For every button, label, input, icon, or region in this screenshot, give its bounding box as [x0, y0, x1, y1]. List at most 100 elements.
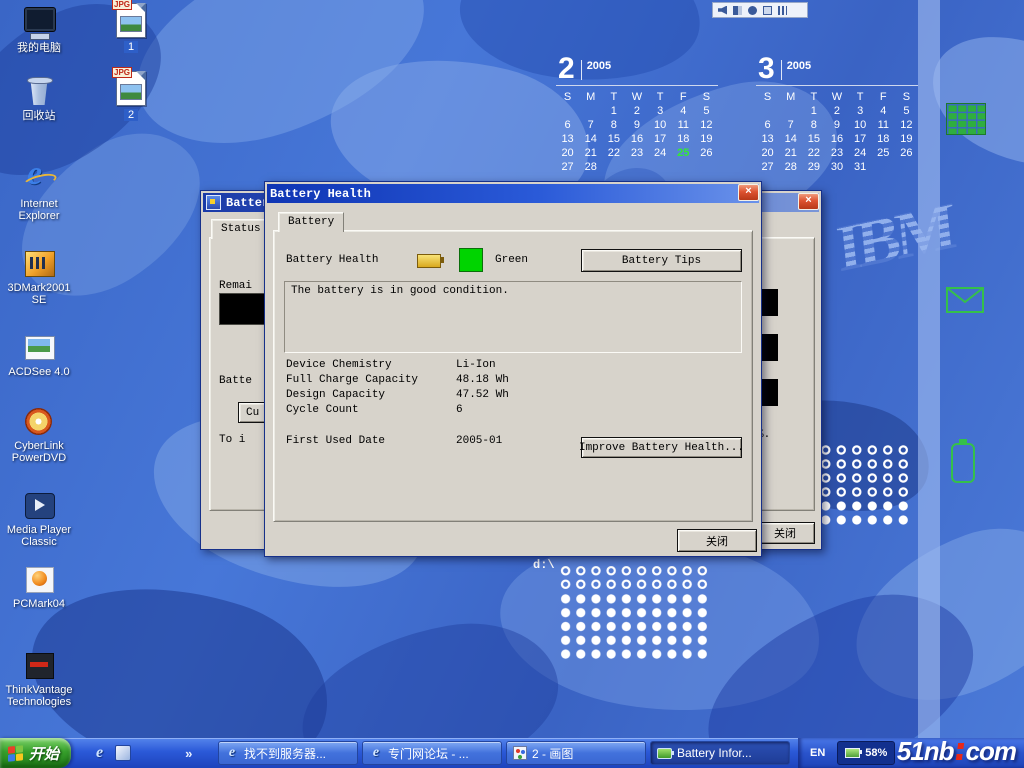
battery-health-dialog[interactable]: Battery Health × Battery Battery Health …	[264, 181, 762, 557]
calendar-day: 15	[602, 132, 625, 146]
spec-value: Li-Ion	[456, 359, 496, 374]
keyboard-icon[interactable]	[778, 6, 787, 15]
wallpaper-stripe	[918, 0, 940, 738]
calendar-day	[695, 160, 718, 174]
desktop-icon-recycle-bin[interactable]: 回收站	[4, 74, 74, 122]
calendar-weekday: T	[649, 90, 672, 104]
desktop-icon-thinkvantage[interactable]: ThinkVantage Technologies	[4, 648, 74, 708]
spec-label: Cycle Count	[286, 404, 456, 419]
battery-spec-row: Device ChemistryLi-Ion	[286, 359, 738, 374]
info-text: To i	[219, 434, 245, 446]
taskbar-task[interactable]: e专门网论坛 - ...	[362, 741, 502, 765]
desktop-icon-mpc[interactable]: Media Player Classic	[4, 488, 74, 548]
volume-slider-icon[interactable]	[733, 6, 742, 15]
start-button[interactable]: 开始	[0, 738, 71, 768]
dots-pattern	[818, 499, 912, 527]
calendar-day: 12	[695, 118, 718, 132]
speaker-icon[interactable]	[718, 6, 727, 15]
desktop-icon-acdsee[interactable]: ACDSee 4.0	[4, 330, 74, 378]
mute-icon[interactable]	[748, 6, 757, 15]
desktop-icon-pcmark[interactable]: PCMark04	[4, 562, 74, 610]
calendar-weekday: M	[779, 90, 802, 104]
tab-status[interactable]: Status	[211, 219, 271, 239]
calendar-day: 23	[825, 146, 848, 160]
thinkvantage-icon	[22, 648, 56, 682]
calendar-grid: 1234567891011121314151617181920212223242…	[556, 104, 718, 174]
start-label: 开始	[29, 743, 59, 764]
health-status-text: Green	[495, 254, 528, 266]
my-computer-icon	[22, 6, 56, 40]
desktop-icon-internet-explorer[interactable]: Internet Explorer	[4, 162, 74, 222]
calendar-day: 8	[802, 118, 825, 132]
condition-text: The battery is in good condition.	[291, 285, 509, 297]
watermark-suffix: com	[966, 736, 1016, 767]
quick-launch-overflow-icon[interactable]: »	[185, 746, 192, 761]
calendar-day: 24	[649, 146, 672, 160]
battery-spec-list: Device ChemistryLi-IonFull Charge Capaci…	[286, 359, 738, 419]
file-icon-2[interactable]: JPG2	[98, 71, 164, 121]
battery-label: Batte	[219, 375, 252, 387]
improve-battery-health-button[interactable]: Improve Battery Health...	[581, 437, 742, 458]
desktop-icon-label: 我的电脑	[4, 42, 74, 54]
jpg-badge: JPG	[112, 0, 132, 10]
calendar-day: 22	[602, 146, 625, 160]
calendar-day: 4	[672, 104, 695, 118]
calendar-day: 19	[695, 132, 718, 146]
battery-tips-button[interactable]: Battery Tips	[581, 249, 742, 272]
calendar-weekday-row: SMTWTFS	[756, 90, 918, 104]
tray-battery-meter[interactable]: 58%	[837, 741, 895, 765]
calendar-year: 2005	[582, 56, 611, 72]
calendar-day: 21	[579, 146, 602, 160]
watermark: 51nb com	[897, 736, 1016, 767]
calendar-day: 2	[625, 104, 648, 118]
calendar-day: 28	[779, 160, 802, 174]
windows-logo-icon	[8, 745, 23, 762]
calendar-day	[872, 160, 895, 174]
desktop-icon-3dmark[interactable]: 3DMark2001 SE	[4, 246, 74, 306]
battery-spec-row: Full Charge Capacity48.18 Wh	[286, 374, 738, 389]
dialog-titlebar[interactable]: Battery Health	[267, 184, 759, 203]
calendar-day: 13	[556, 132, 579, 146]
jpg-file-icon: JPG	[116, 71, 146, 106]
spec-label: Full Charge Capacity	[286, 374, 456, 389]
spec-label: Design Capacity	[286, 389, 456, 404]
close-dialog-button[interactable]: 关闭	[677, 529, 757, 552]
quick-launch-ie-icon[interactable]: e	[96, 744, 103, 762]
calendar-weekday: W	[825, 90, 848, 104]
quick-launch-app-icon[interactable]	[115, 745, 131, 761]
desktop-icon-powerdvd[interactable]: CyberLink PowerDVD	[4, 404, 74, 464]
close-button[interactable]: ×	[738, 184, 759, 201]
dots-pattern	[558, 564, 710, 592]
language-indicator[interactable]: EN	[810, 747, 825, 759]
ibm-logo: IBM	[833, 179, 999, 304]
calendar-day: 29	[802, 160, 825, 174]
acdsee-icon	[22, 330, 56, 364]
calendar-weekday: M	[579, 90, 602, 104]
file-icon-1[interactable]: JPG1	[98, 3, 164, 53]
calendar-day: 24	[849, 146, 872, 160]
task-label: 专门网论坛 - ...	[388, 745, 469, 762]
battery-spec-row: Cycle Count6	[286, 404, 738, 419]
calendar-weekday: S	[695, 90, 718, 104]
calendar-month: 3	[756, 56, 775, 82]
calendar-march-2005: 3 2005 SMTWTFS 1234567891011121314151617…	[756, 56, 918, 174]
taskbar-task[interactable]: Battery Infor...	[650, 741, 790, 765]
desktop-icon-my-computer[interactable]: 我的电脑	[4, 6, 74, 54]
battery-icon	[417, 254, 441, 268]
taskbar-task[interactable]: e找不到服务器...	[218, 741, 358, 765]
calendar-weekday: F	[672, 90, 695, 104]
desktop[interactable]: IBM d:\ 2 2005	[0, 0, 1024, 738]
close-window-button[interactable]: 关闭	[755, 522, 815, 544]
dialog-title: Battery Health	[270, 187, 371, 201]
calendar-day: 27	[556, 160, 579, 174]
display-icon[interactable]	[763, 6, 772, 15]
taskbar-task[interactable]: 2 - 画图	[506, 741, 646, 765]
status-toolbar[interactable]	[712, 2, 808, 18]
close-button[interactable]: ×	[798, 193, 819, 210]
calendar-day: 25	[672, 146, 695, 160]
tab-battery[interactable]: Battery	[278, 212, 344, 232]
calendar-day: 28	[579, 160, 602, 174]
3dmark-icon	[22, 246, 56, 280]
calendar-day: 7	[779, 118, 802, 132]
internet-explorer-icon	[22, 162, 56, 196]
